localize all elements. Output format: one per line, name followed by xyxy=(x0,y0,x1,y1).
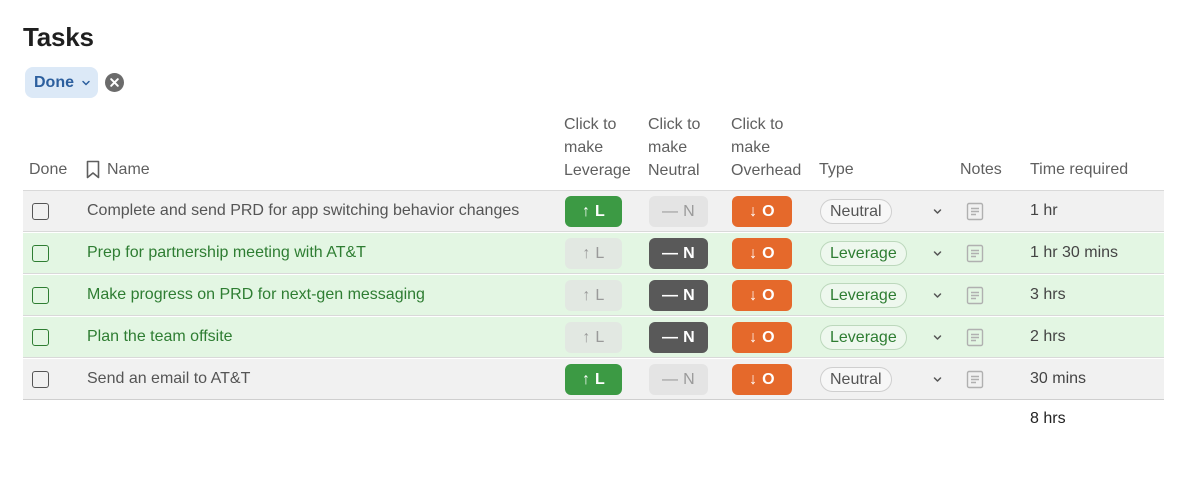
time-required: 1 hr xyxy=(1030,202,1058,219)
done-checkbox[interactable] xyxy=(32,245,49,262)
make-overhead-button[interactable]: ↓ O xyxy=(732,196,792,227)
header-line: make xyxy=(648,139,688,156)
header-line: Click to xyxy=(731,116,784,133)
task-name[interactable]: Plan the team offsite xyxy=(87,328,233,346)
document-icon[interactable] xyxy=(966,286,984,305)
done-checkbox[interactable] xyxy=(32,329,49,346)
type-tag[interactable]: Leverage xyxy=(820,283,907,308)
column-header-neutral: Click to make Neutral xyxy=(648,113,700,182)
make-leverage-button[interactable]: ↑ L xyxy=(565,280,622,311)
clear-filter-button[interactable] xyxy=(105,73,124,92)
task-name[interactable]: Send an email to AT&T xyxy=(87,370,250,388)
header-line: Neutral xyxy=(648,162,700,179)
type-tag[interactable]: Neutral xyxy=(820,367,892,392)
column-header-type: Type xyxy=(819,161,854,178)
make-neutral-button[interactable]: — N xyxy=(649,364,708,395)
time-required: 3 hrs xyxy=(1030,286,1066,303)
type-tag[interactable]: Neutral xyxy=(820,199,892,224)
time-required: 1 hr 30 mins xyxy=(1030,244,1119,261)
done-checkbox[interactable] xyxy=(32,203,49,220)
column-header-time: Time required xyxy=(1030,161,1129,178)
make-leverage-button[interactable]: ↑ L xyxy=(565,238,622,269)
table-row: Send an email to AT&T ↑ L — N ↓ O Neutra… xyxy=(23,359,1164,400)
time-required: 2 hrs xyxy=(1030,328,1066,345)
type-tag[interactable]: Leverage xyxy=(820,325,907,350)
make-neutral-button[interactable]: — N xyxy=(649,322,708,353)
column-header-notes: Notes xyxy=(960,161,1002,178)
column-header-name[interactable]: Name xyxy=(85,158,150,181)
make-neutral-button[interactable]: — N xyxy=(649,238,708,269)
done-checkbox[interactable] xyxy=(32,371,49,388)
table-row: Prep for partnership meeting with AT&T ↑… xyxy=(23,233,1164,274)
column-header-overhead: Click to make Overhead xyxy=(731,113,801,182)
header-line: Click to xyxy=(648,116,701,133)
task-name[interactable]: Complete and send PRD for app switching … xyxy=(87,202,519,220)
done-checkbox[interactable] xyxy=(32,287,49,304)
time-total: 8 hrs xyxy=(1030,410,1066,427)
column-header-name-label: Name xyxy=(107,161,150,178)
document-icon[interactable] xyxy=(966,244,984,263)
make-leverage-button[interactable]: ↑ L xyxy=(565,322,622,353)
close-icon xyxy=(110,78,119,87)
make-overhead-button[interactable]: ↓ O xyxy=(732,280,792,311)
table-row: Make progress on PRD for next-gen messag… xyxy=(23,275,1164,316)
time-required: 30 mins xyxy=(1030,370,1087,387)
header-line: make xyxy=(564,139,604,156)
column-header-leverage: Click to make Leverage xyxy=(564,113,631,182)
chevron-down-icon[interactable] xyxy=(932,332,943,343)
table-row: Complete and send PRD for app switching … xyxy=(23,191,1164,232)
header-line: make xyxy=(731,139,771,156)
header-line: Leverage xyxy=(564,162,631,179)
type-tag[interactable]: Leverage xyxy=(820,241,907,266)
status-filter-chip[interactable]: Done xyxy=(25,67,98,98)
header-line: Overhead xyxy=(731,162,802,179)
task-name[interactable]: Prep for partnership meeting with AT&T xyxy=(87,244,366,262)
make-overhead-button[interactable]: ↓ O xyxy=(732,322,792,353)
column-header-done: Done xyxy=(29,161,68,178)
chevron-down-icon[interactable] xyxy=(932,206,943,217)
make-neutral-button[interactable]: — N xyxy=(649,280,708,311)
make-leverage-button[interactable]: ↑ L xyxy=(565,364,622,395)
table-row: Plan the team offsite ↑ L — N ↓ O Levera… xyxy=(23,317,1164,358)
header-line: Click to xyxy=(564,116,617,133)
document-icon[interactable] xyxy=(966,370,984,389)
chevron-down-icon[interactable] xyxy=(932,248,943,259)
document-icon[interactable] xyxy=(966,202,984,221)
make-overhead-button[interactable]: ↓ O xyxy=(732,238,792,269)
task-name[interactable]: Make progress on PRD for next-gen messag… xyxy=(87,286,425,304)
make-neutral-button[interactable]: — N xyxy=(649,196,708,227)
chevron-down-icon xyxy=(82,80,90,85)
document-icon[interactable] xyxy=(966,328,984,347)
make-leverage-button[interactable]: ↑ L xyxy=(565,196,622,227)
page-title: Tasks xyxy=(23,22,94,52)
bookmark-icon xyxy=(86,160,100,179)
chevron-down-icon[interactable] xyxy=(932,290,943,301)
filter-label: Done xyxy=(34,73,74,91)
make-overhead-button[interactable]: ↓ O xyxy=(732,364,792,395)
chevron-down-icon[interactable] xyxy=(932,374,943,385)
